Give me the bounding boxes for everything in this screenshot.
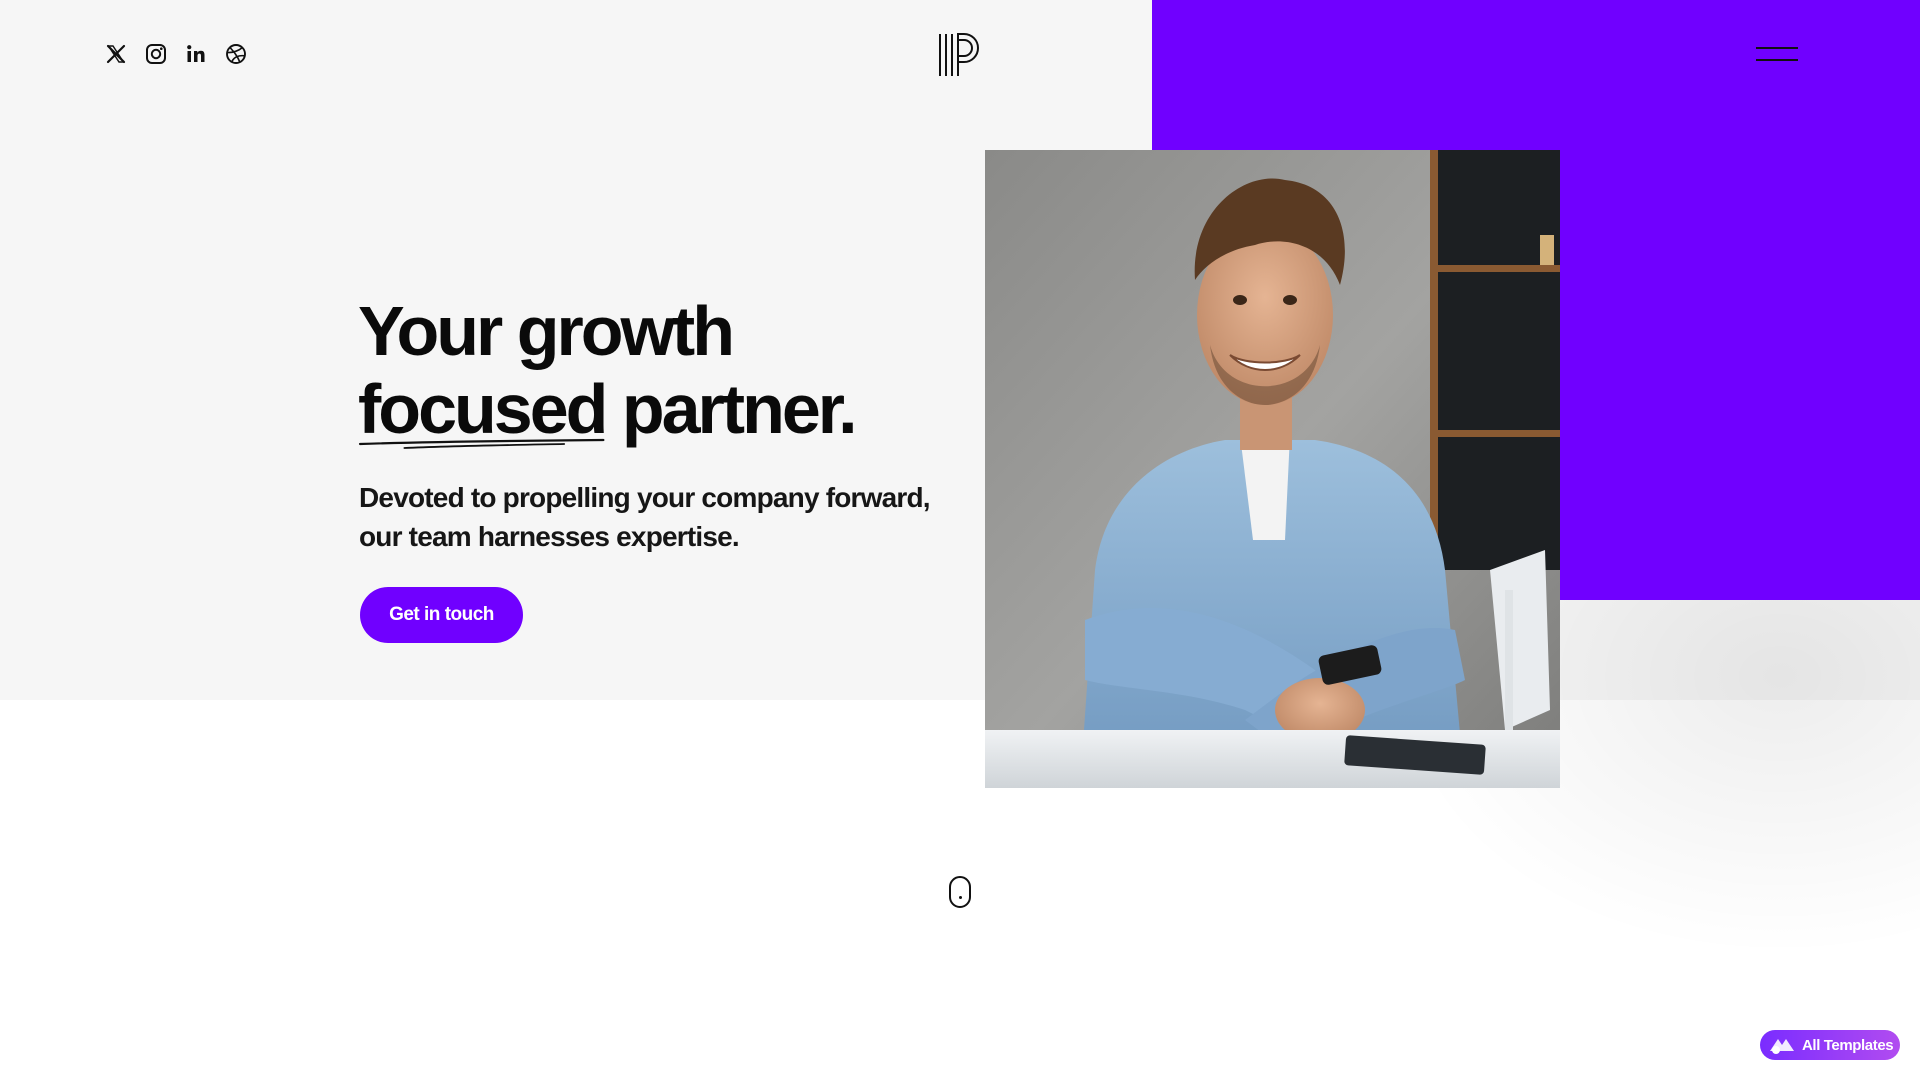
hamburger-menu-icon: [1756, 47, 1798, 49]
menu-button[interactable]: [1752, 42, 1802, 66]
portrait-photo-icon: [985, 150, 1560, 788]
headline-line-2: focused partner.: [358, 370, 858, 449]
templates-logo-icon: [1770, 1039, 1794, 1054]
subhead-line-2: our team harnesses expertise.: [359, 521, 740, 552]
scroll-dot: [959, 896, 962, 899]
striped-p-logo-icon: [939, 33, 979, 76]
x-twitter-icon[interactable]: [104, 42, 128, 66]
headline-highlight-word: focused: [358, 370, 608, 449]
headline-line-1: Your growth: [358, 292, 735, 370]
hero-headline: Your growth focused partner.: [358, 292, 858, 449]
instagram-icon[interactable]: [144, 42, 168, 66]
site-logo[interactable]: [936, 30, 982, 78]
headline-rest-text: partner.: [605, 370, 858, 448]
all-templates-label: All Templates: [1802, 1036, 1894, 1054]
all-templates-badge[interactable]: All Templates: [1760, 1030, 1900, 1060]
dribbble-icon[interactable]: [224, 42, 248, 66]
social-links: [104, 42, 248, 66]
hamburger-menu-line: [1756, 59, 1798, 61]
get-in-touch-button[interactable]: Get in touch: [360, 587, 523, 643]
mouse-scroll-icon[interactable]: [949, 876, 971, 908]
hero-portrait-photo: [985, 150, 1560, 788]
squiggle-underline-icon: [358, 438, 605, 449]
hero-subhead: Devoted to propelling your company forwa…: [359, 478, 979, 556]
subhead-line-1: Devoted to propelling your company forwa…: [359, 482, 931, 513]
linkedin-icon[interactable]: [184, 42, 208, 66]
